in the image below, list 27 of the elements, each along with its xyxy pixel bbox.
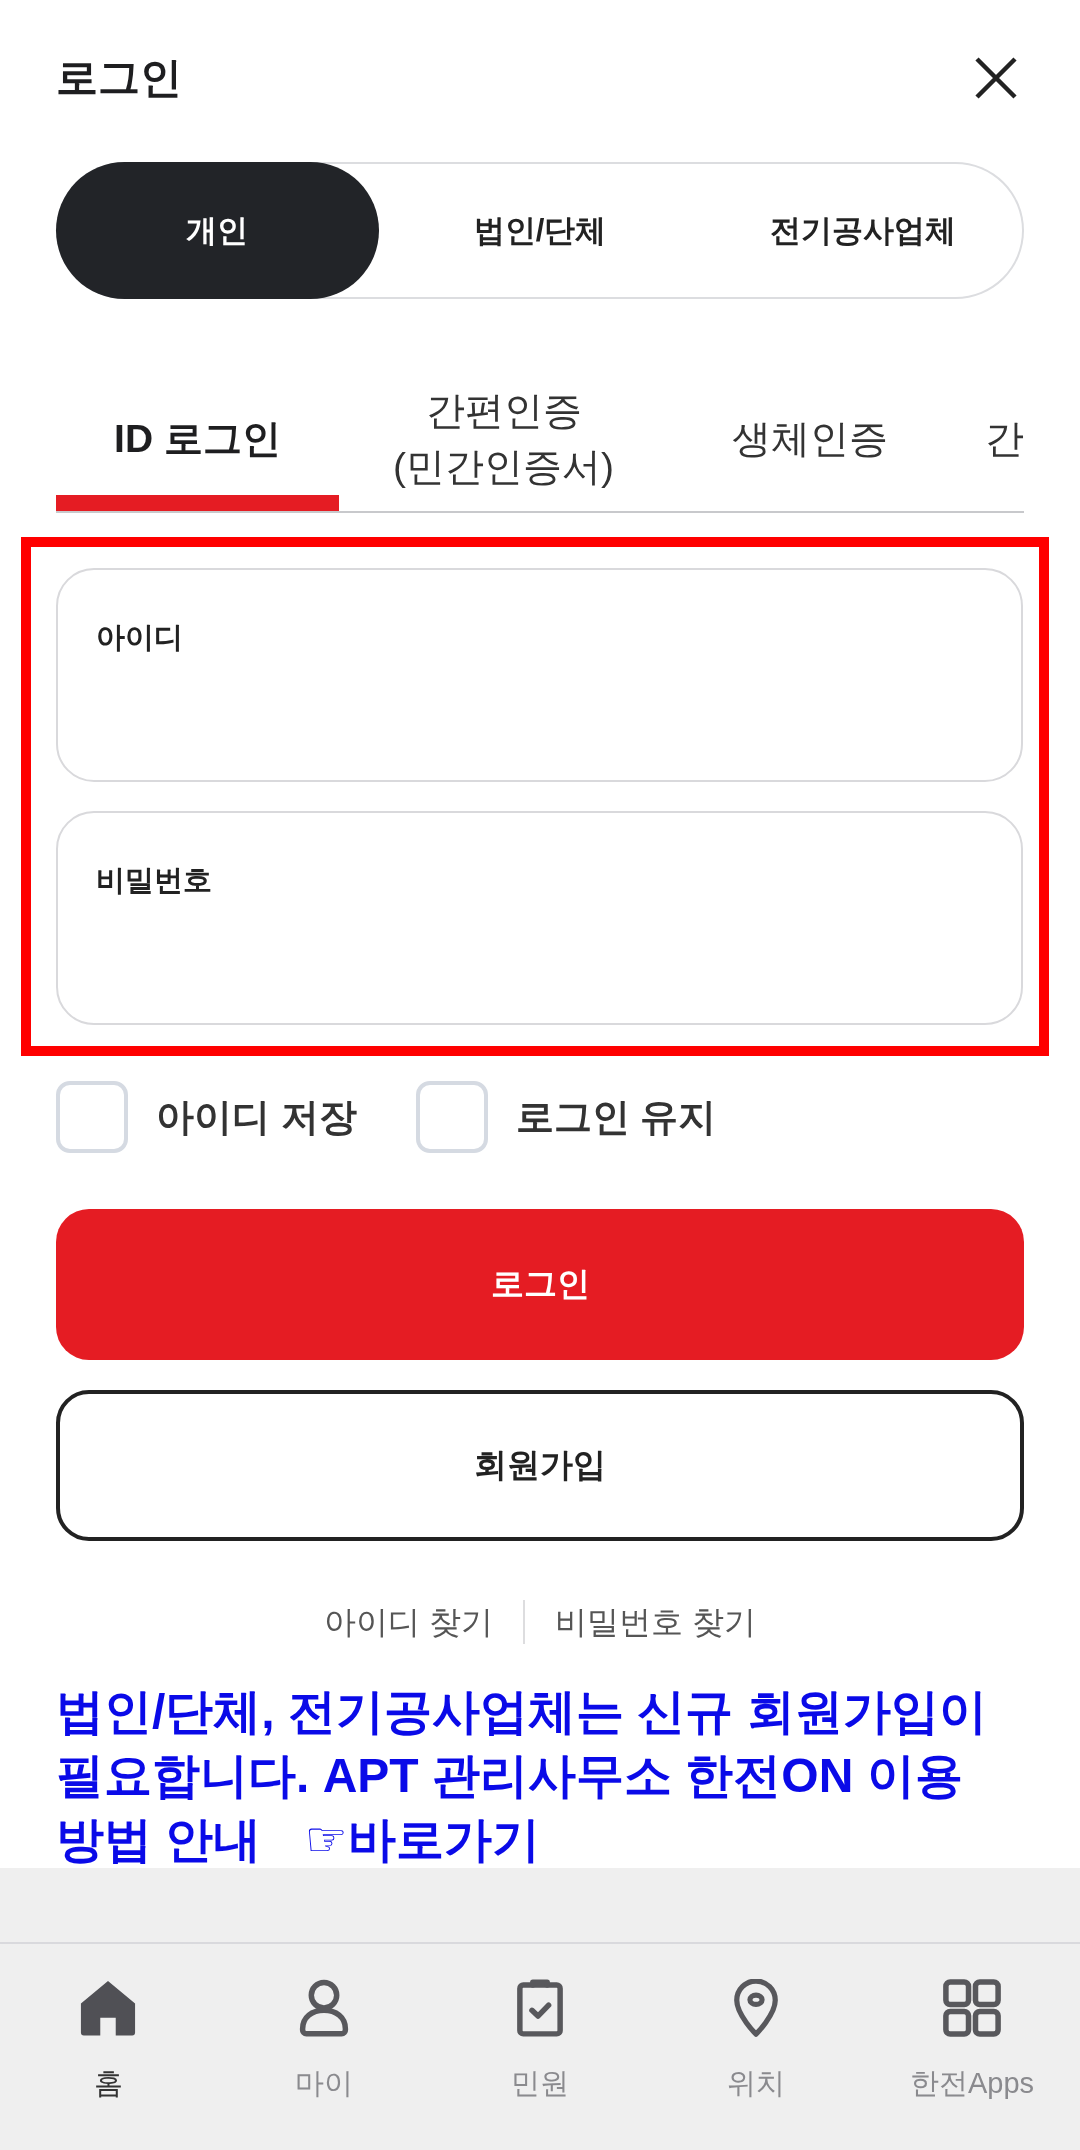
login-button[interactable]: 로그인 xyxy=(56,1209,1024,1360)
checkbox[interactable] xyxy=(415,1081,488,1153)
close-icon[interactable] xyxy=(974,56,1018,100)
login-method-tab[interactable]: ID 로그인 xyxy=(56,383,339,511)
login-method-tab[interactable]: 간 xyxy=(974,383,1024,511)
clipboard-check-icon xyxy=(517,1979,563,2037)
user-type-tab[interactable]: 전기공사업체 xyxy=(701,162,1024,299)
input-field[interactable]: 비밀번호 xyxy=(56,811,1023,1025)
notice-text: 법인/단체, 전기공사업체는 신규 회원가입이 필요합니다. APT 관리사무소 한전ON 이용 방법 안내 ☞바로가기 xyxy=(56,1684,988,1868)
location-pin-icon xyxy=(734,1979,778,2037)
person-icon xyxy=(298,1979,350,2037)
user-type-tab[interactable]: 개인 xyxy=(56,162,379,299)
shortcut-link[interactable]: ☞바로가기 xyxy=(304,1813,540,1866)
checkbox-label: 아이디 저장 xyxy=(156,1095,357,1140)
checkbox-label: 로그인 유지 xyxy=(515,1095,717,1140)
nav-item[interactable]: 홈 xyxy=(0,1944,216,2101)
home-icon xyxy=(79,1979,137,2037)
find-link[interactable]: 아이디 찾기 xyxy=(324,1601,493,1643)
find-link[interactable]: 비밀번호 찾기 xyxy=(555,1601,756,1643)
input-field[interactable]: 아이디 xyxy=(56,568,1023,782)
user-type-tab[interactable]: 법인/단체 xyxy=(378,162,702,299)
checkbox[interactable] xyxy=(56,1081,128,1153)
page-title: 로그인 xyxy=(56,53,182,103)
login-method-tab[interactable]: 생체인증 xyxy=(668,383,951,511)
signup-button[interactable]: 회원가입 xyxy=(56,1390,1024,1541)
grid-icon xyxy=(943,1979,1001,2037)
login-method-tab[interactable]: 간편인증 (민간인증서) xyxy=(362,383,645,511)
